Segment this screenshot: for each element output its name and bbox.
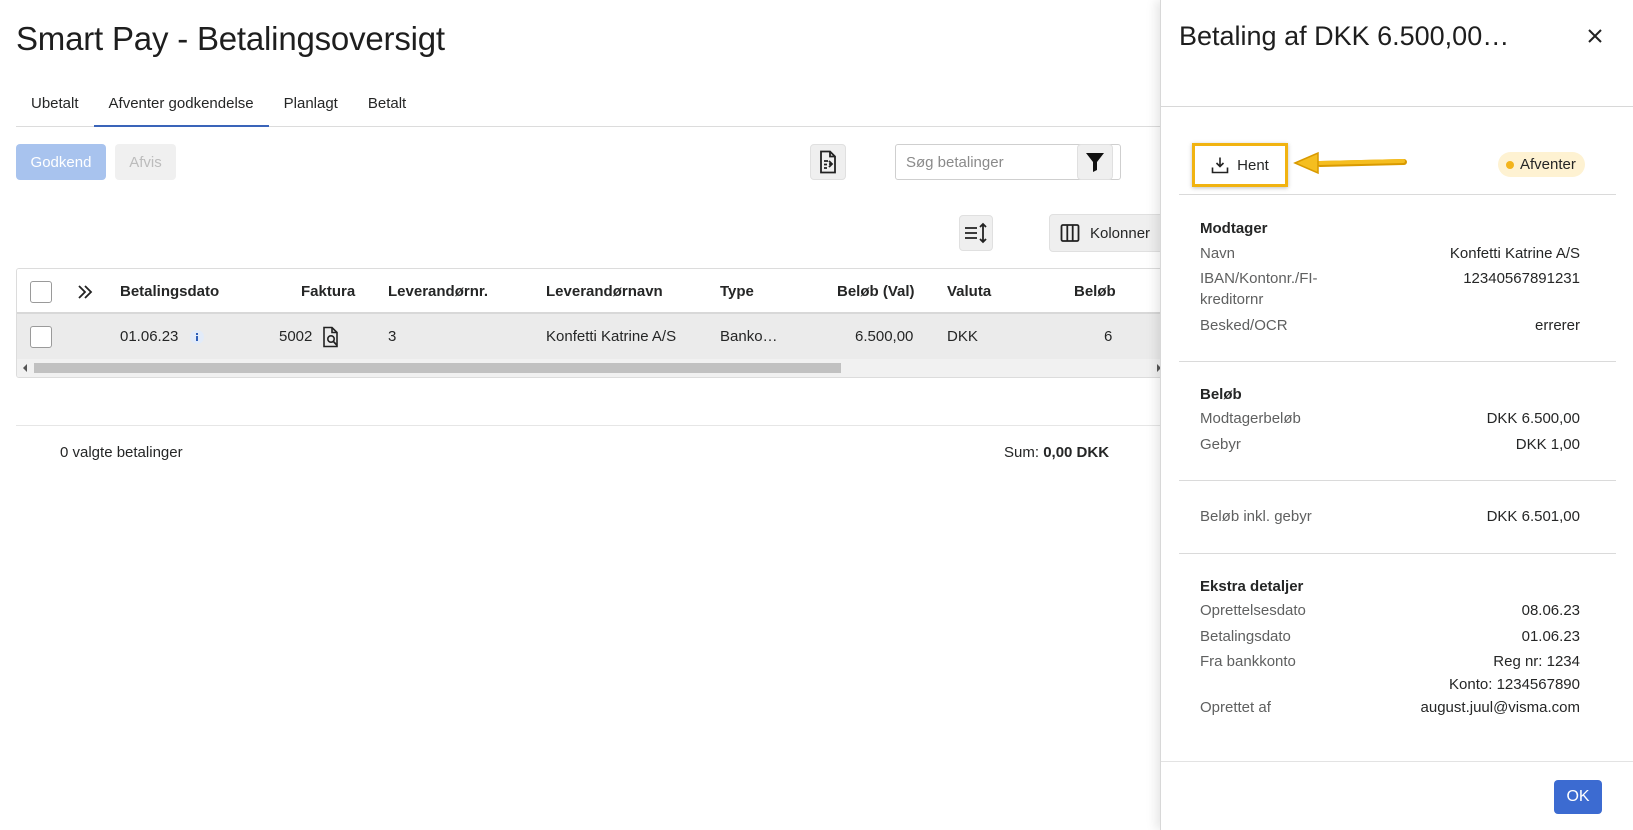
recipient-message-label: Besked/OCR <box>1200 317 1288 334</box>
cell-belob-val: 6.500,00 <box>855 328 914 345</box>
search-input[interactable] <box>906 153 1086 171</box>
creator-label: Oprettet af <box>1200 699 1271 716</box>
row-checkbox[interactable] <box>30 325 52 348</box>
recipient-iban-label: IBAN/Kontonr./FI-kreditornr <box>1200 270 1318 308</box>
tab-planlagt[interactable]: Planlagt <box>269 80 353 127</box>
section-divider <box>1179 480 1616 481</box>
recipient-iban-value: 12340567891231 <box>1463 270 1580 287</box>
columns-icon <box>1060 224 1080 242</box>
payment-date-value: 01.06.23 <box>1521 628 1580 645</box>
action-toolbar: Godkend Afvis <box>16 144 1168 180</box>
cell-valuta: DKK <box>947 328 978 345</box>
main-area: Smart Pay - Betalingsoversigt Ubetalt Af… <box>0 0 1168 830</box>
header-belob-val[interactable]: Beløb (Val) <box>837 269 915 314</box>
cell-type: Banko… <box>720 328 778 345</box>
page-title: Smart Pay - Betalingsoversigt <box>16 20 445 57</box>
recipient-message-value: errerer <box>1534 317 1580 334</box>
payments-table: Betalingsdato Faktura Leverandørnr. Leve… <box>16 268 1168 378</box>
export-button[interactable] <box>810 144 846 180</box>
total-label: Beløb inkl. gebyr <box>1200 508 1312 525</box>
bank-account-label: Fra bankkonto <box>1200 653 1296 670</box>
download-label: Hent <box>1237 156 1269 174</box>
section-divider <box>1179 361 1616 362</box>
header-leverandornr[interactable]: Leverandørnr. <box>388 269 488 314</box>
panel-body: Hent Afventer Modtager Navn Konfetti Kat… <box>1161 107 1633 761</box>
status-dot-icon <box>1506 160 1514 169</box>
footer-divider <box>16 425 1168 426</box>
recipient-section-title: Modtager <box>1200 220 1268 237</box>
grid-toolbar: Kolonner <box>0 214 1168 252</box>
columns-label: Kolonner <box>1090 224 1151 242</box>
table-header: Betalingsdato Faktura Leverandørnr. Leve… <box>17 269 1167 314</box>
cell-belob: 6 <box>1104 328 1113 345</box>
cell-betalingsdato: 01.06.23 <box>120 328 179 345</box>
columns-button[interactable]: Kolonner <box>1049 214 1166 252</box>
sum-value: 0,00 DKK <box>1043 444 1110 461</box>
total-value: DKK 6.501,00 <box>1486 508 1580 525</box>
payment-detail-panel: Betaling af DKK 6.500,00… Hent Afventer <box>1160 0 1633 830</box>
filter-icon <box>1086 153 1104 172</box>
download-highlight: Hent <box>1192 143 1288 187</box>
scroll-left-icon[interactable] <box>23 364 27 372</box>
bank-reg-value: Reg nr: 1234 <box>1493 653 1580 670</box>
creator-value: august.juul@visma.com <box>1420 699 1580 716</box>
table-row[interactable]: 01.06.23 5002 3 Konfetti Katrine A/S Ban <box>17 314 1167 359</box>
recipient-amount-label: Modtagerbeløb <box>1200 410 1301 427</box>
recipient-amount-value: DKK 6.500,00 <box>1486 410 1580 427</box>
header-faktura[interactable]: Faktura <box>301 269 355 314</box>
panel-title: Betaling af DKK 6.500,00… <box>1179 21 1510 51</box>
amount-section-title: Beløb <box>1200 386 1242 403</box>
ok-button[interactable]: OK <box>1554 780 1602 814</box>
status-badge: Afventer <box>1498 152 1585 177</box>
fee-value: DKK 1,00 <box>1515 436 1580 453</box>
download-button[interactable]: Hent <box>1200 151 1280 179</box>
cell-leverandornr: 3 <box>388 328 397 345</box>
annotation-arrow-icon <box>1293 151 1407 175</box>
created-date-value: 08.06.23 <box>1521 602 1580 619</box>
selected-count: 0 valgte betalinger <box>60 444 183 461</box>
section-divider <box>1179 194 1616 195</box>
export-document-icon <box>820 150 836 174</box>
created-date-label: Oprettelsesdato <box>1200 602 1306 619</box>
sum-label: Sum: <box>1004 444 1040 461</box>
cell-faktura: 5002 <box>279 328 313 345</box>
panel-footer-divider <box>1161 761 1633 762</box>
extra-section-title: Ekstra detaljer <box>1200 578 1304 595</box>
bank-account-value: Konto: 1234567890 <box>1449 676 1580 693</box>
header-valuta[interactable]: Valuta <box>947 269 991 314</box>
status-label: Afventer <box>1520 156 1576 173</box>
tab-betalt[interactable]: Betalt <box>353 80 421 127</box>
section-divider <box>1179 553 1616 554</box>
document-preview-icon[interactable] <box>322 326 340 348</box>
close-icon <box>1588 29 1602 43</box>
header-type[interactable]: Type <box>720 269 754 314</box>
filter-button[interactable] <box>1077 144 1113 180</box>
download-icon <box>1211 157 1229 174</box>
recipient-name-value: Konfetti Katrine A/S <box>1449 245 1580 262</box>
cell-leverandornavn: Konfetti Katrine A/S <box>546 328 677 345</box>
reject-button[interactable]: Afvis <box>115 144 176 180</box>
header-belob[interactable]: Beløb <box>1074 269 1116 314</box>
tab-bar: Ubetalt Afventer godkendelse Planlagt Be… <box>16 80 1168 127</box>
payment-date-label: Betalingsdato <box>1200 628 1291 645</box>
header-betalingsdato[interactable]: Betalingsdato <box>120 269 219 314</box>
tab-afventer-godkendelse[interactable]: Afventer godkendelse <box>93 80 269 127</box>
tab-ubetalt[interactable]: Ubetalt <box>16 80 94 127</box>
approve-button[interactable]: Godkend <box>16 144 106 180</box>
close-button[interactable] <box>1581 22 1609 50</box>
horizontal-scrollbar[interactable] <box>17 359 1167 377</box>
select-all-checkbox[interactable] <box>30 280 52 303</box>
row-height-icon <box>965 222 987 244</box>
double-chevron-right-icon <box>78 284 93 299</box>
row-density-button[interactable] <box>959 215 993 251</box>
scroll-thumb[interactable] <box>34 363 841 373</box>
info-icon[interactable] <box>190 329 205 344</box>
fee-label: Gebyr <box>1200 436 1241 453</box>
recipient-name-label: Navn <box>1200 245 1236 262</box>
header-leverandornavn[interactable]: Leverandørnavn <box>546 269 663 314</box>
expand-all-button[interactable] <box>77 269 93 314</box>
sum-total: Sum: 0,00 DKK <box>1004 444 1109 461</box>
